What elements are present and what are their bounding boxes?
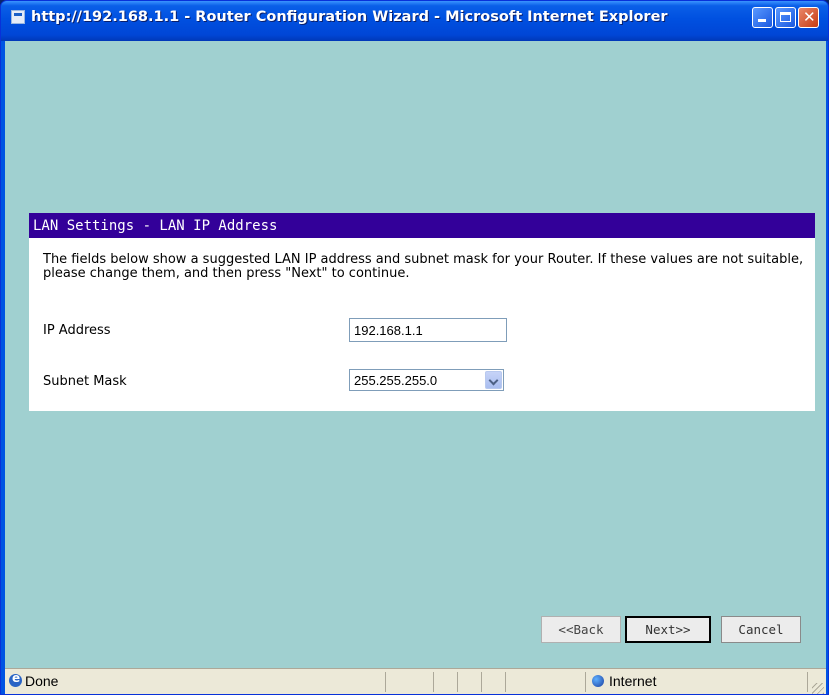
subnet-mask-value: 255.255.255.0 — [354, 373, 438, 388]
status-text: Done — [25, 673, 59, 689]
ip-address-input[interactable] — [349, 318, 507, 342]
status-divider — [505, 672, 506, 692]
chevron-down-icon[interactable] — [485, 371, 502, 389]
minimize-button[interactable] — [752, 7, 773, 28]
close-button[interactable]: ✕ — [798, 7, 819, 28]
ie-page-icon — [11, 10, 25, 24]
subnet-mask-select[interactable]: 255.255.255.0 — [349, 369, 504, 391]
globe-icon — [592, 675, 604, 687]
status-divider — [807, 672, 808, 692]
maximize-icon — [780, 12, 791, 22]
status-divider — [457, 672, 458, 692]
title-bar[interactable]: http://192.168.1.1 - Router Configuratio… — [1, 1, 828, 41]
cancel-button[interactable]: Cancel — [721, 616, 801, 643]
next-button[interactable]: Next>> — [625, 616, 711, 643]
maximize-button[interactable] — [775, 7, 796, 28]
status-divider — [481, 672, 482, 692]
page-content: LAN Settings - LAN IP Address The fields… — [5, 41, 826, 668]
window-title: http://192.168.1.1 - Router Configuratio… — [31, 9, 668, 25]
resize-grip-icon[interactable] — [812, 683, 824, 694]
panel-description: The fields below show a suggested LAN IP… — [43, 252, 804, 281]
security-zone: Internet — [609, 673, 657, 689]
browser-window: http://192.168.1.1 - Router Configuratio… — [0, 0, 829, 695]
lan-settings-panel: LAN Settings - LAN IP Address The fields… — [29, 213, 815, 411]
ie-page-icon — [9, 671, 22, 687]
status-divider — [585, 672, 586, 692]
ip-address-label: IP Address — [43, 323, 111, 338]
panel-title: LAN Settings - LAN IP Address — [29, 213, 815, 238]
minimize-icon — [758, 19, 766, 22]
status-divider — [385, 672, 386, 692]
subnet-mask-label: Subnet Mask — [43, 374, 127, 389]
status-bar: Done Internet — [5, 668, 826, 694]
back-button[interactable]: <<Back — [541, 616, 621, 643]
close-icon: ✕ — [803, 8, 816, 26]
status-divider — [433, 672, 434, 692]
